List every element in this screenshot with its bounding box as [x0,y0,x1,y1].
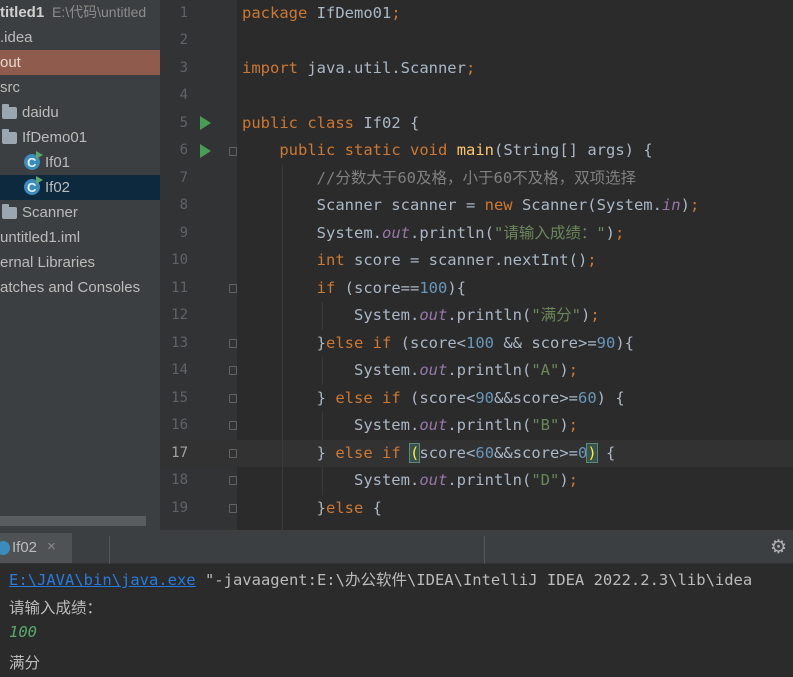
run-tab-if02[interactable]: If02 × [0,533,72,563]
package-folder-icon [2,129,17,144]
code-line-12: System.out.println("满分"); [242,306,600,324]
line-number: 7 [179,170,188,186]
package-folder-icon [2,104,17,119]
fold-marker-icon[interactable] [229,284,237,293]
tree-item-out[interactable]: out [0,50,160,75]
run-tool-window: If02 × ⚙ E:\JAVA\bin\java.exe "-javaagen… [0,530,793,677]
tab-separator [484,536,485,564]
fold-marker-icon[interactable] [229,394,237,403]
code-line-17: } else if (score<60&&score>=0) { [242,443,616,463]
console-prompt: 请输入成绩： [9,599,103,617]
code-editor[interactable]: package IfDemo01; import java.util.Scann… [237,0,793,530]
fold-marker-icon[interactable] [229,449,237,458]
gear-icon[interactable]: ⚙ [770,538,787,558]
project-tree: titled1 E:\代码\untitled .idea out src daid… [0,0,160,530]
run-config-icon [0,541,10,555]
line-number: 3 [179,60,188,76]
command-args: "-javaagent:E:\办公软件\IDEA\IntelliJ IDEA 2… [195,571,753,589]
line-number: 6 [179,142,188,158]
console-output: 满分 [9,654,41,672]
tree-item-label: ernal Libraries [0,254,96,271]
tree-item-label: src [0,79,20,96]
tree-item-ifdemo01[interactable]: IfDemo01 [0,125,160,150]
tree-item-label: atches and Consoles [0,279,141,296]
fold-marker-icon[interactable] [229,366,237,375]
line-number: 2 [179,32,188,48]
line-number: 8 [179,197,188,213]
tree-item-scratches[interactable]: atches and Consoles [0,275,160,300]
run-tab-bar: If02 × ⚙ [0,533,793,564]
tree-item-idea[interactable]: .idea [0,25,160,50]
tree-item-label: Scanner [22,204,78,221]
code-line-9: System.out.println("请输入成绩："); [242,224,625,242]
code-line-10: int score = scanner.nextInt(); [316,251,597,269]
line-number-current: 17 [171,445,188,461]
tree-item-if02[interactable]: If02 [0,175,160,200]
tree-item-label: IfDemo01 [22,129,88,146]
fold-marker-icon[interactable] [229,421,237,430]
line-number: 15 [171,390,188,406]
tree-item-external-libraries[interactable]: ernal Libraries [0,250,160,275]
console-command-line: E:\JAVA\bin\java.exe "-javaagent:E:\办公软件… [9,568,752,590]
run-class-icon[interactable] [200,116,211,130]
tree-item-scanner[interactable]: Scanner [0,200,160,225]
sidebar-horizontal-scrollbar[interactable] [0,516,146,526]
line-number: 14 [171,362,188,378]
line-number: 12 [171,307,188,323]
line-number: 11 [171,280,188,296]
code-line-15: } else if (score<90&&score>=60) { [242,389,625,407]
tree-item-label: daidu [22,104,59,121]
line-number: 10 [171,252,188,268]
code-line-13: }else if (score<100 && score>=90){ [242,334,634,352]
package-folder-icon [2,204,17,219]
project-root[interactable]: titled1 E:\代码\untitled [0,0,160,25]
tree-item-label: If02 [45,179,71,196]
tab-separator [109,536,110,564]
tree-item-if01[interactable]: If01 [0,150,160,175]
editor-gutter: 1 2 3 4 5 6 7 8 9 10 11 12 13 14 15 16 1… [160,0,237,530]
code-line-11: if (score==100){ [316,279,466,297]
line-number: 18 [171,472,188,488]
console-user-input: 100 [9,623,37,641]
close-icon[interactable]: × [47,538,56,555]
line-number: 4 [179,87,188,103]
code-line-8: Scanner scanner = new Scanner(System.in)… [242,196,700,214]
tree-item-label: out [0,54,21,71]
fold-marker-icon[interactable] [229,476,237,485]
line-number: 16 [171,417,188,433]
tree-item-daidu[interactable]: daidu [0,100,160,125]
tree-item-label: If01 [45,154,71,171]
code-line-6: public static void main(String[] args) { [279,141,653,159]
java-class-icon [24,175,43,200]
code-line-1: package IfDemo01; [242,4,401,22]
code-line-19: }else { [242,499,382,517]
line-number: 13 [171,335,188,351]
tree-item-iml[interactable]: untitled1.iml [0,225,160,250]
tree-item-label: .idea [0,29,33,46]
project-root-label: titled1 [0,4,45,21]
fold-marker-icon[interactable] [229,147,237,156]
code-line-16: System.out.println("B"); [242,416,578,434]
tree-item-label: untitled1.iml [0,229,81,246]
code-line-7: //分数大于60及格，小于60不及格，双项选择 [242,169,637,187]
run-main-icon[interactable] [200,144,211,158]
code-line-5: public class If02 { [242,114,420,132]
line-number: 9 [179,225,188,241]
run-tab-label: If02 [12,539,38,556]
fold-marker-icon[interactable] [229,504,237,513]
line-number: 1 [179,5,188,21]
code-line-18: System.out.println("D"); [242,471,578,489]
tree-item-src[interactable]: src [0,75,160,100]
line-number: 5 [179,115,188,131]
java-class-icon [24,150,43,175]
code-line-14: System.out.println("A"); [242,361,578,379]
line-number: 19 [171,500,188,516]
java-exe-link[interactable]: E:\JAVA\bin\java.exe [9,571,196,589]
fold-marker-icon[interactable] [229,339,237,348]
code-line-3: import java.util.Scanner; [242,59,476,77]
project-root-path: E:\代码\untitled [52,4,147,20]
